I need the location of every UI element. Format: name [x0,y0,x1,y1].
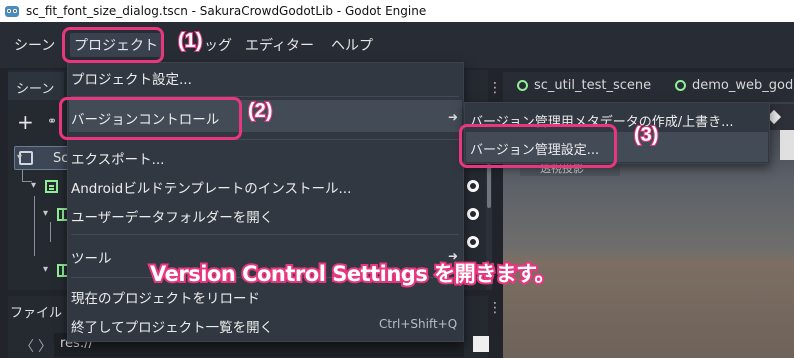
menu-scene[interactable]: シーン [14,35,55,55]
annotation-step3-label: (3) [633,123,659,147]
tab-filesystem[interactable]: ファイル [10,302,62,321]
menu-item-open-user-data[interactable]: ユーザーデータフォルダーを開く [71,206,273,226]
menu-help[interactable]: ヘルプ [331,35,373,55]
menu-item-project-settings[interactable]: プロジェクト設定... [71,68,192,88]
scene-tabs: sc_util_test_scene demo_web_god [503,72,794,102]
menu-separator [71,234,459,235]
annotation-box-step3 [459,124,617,168]
tree-arrow-icon[interactable]: ▾ [31,180,36,191]
toggle-view-button[interactable] [473,336,489,352]
tree-arrow-icon[interactable]: ▾ [43,208,48,219]
viewport-gizmo [780,130,794,160]
scene-scrollbar-thumb[interactable] [487,164,491,208]
forward-button[interactable]: 〉 [38,336,52,356]
menu-item-install-android-template[interactable]: Androidビルドテンプレートのインストール... [71,177,351,197]
tab-scene[interactable]: シーン [8,72,64,100]
shortcut-label: Ctrl+Shift+Q [379,317,458,331]
tree-connector [50,222,51,242]
tab-label: sc_util_test_scene [534,78,652,93]
back-button[interactable]: 〈 [20,336,34,356]
tab-label: demo_web_god [692,78,794,93]
tree-connector [34,196,35,256]
tab-scene-file[interactable]: sc_util_test_scene [517,78,651,93]
godot-logo-icon [5,6,19,17]
eye-icon[interactable] [467,236,479,248]
tree-arrow-icon[interactable]: ▾ [17,152,22,163]
annotation-step2-label: (2) [247,99,273,123]
menu-item-export[interactable]: エクスポート... [71,148,164,168]
scene-tab-icon [675,80,686,91]
menu-item-reload-project[interactable]: 現在のプロジェクトをリロード [71,287,260,307]
annotation-caption: Version Control Settings を開きます。 [148,260,558,288]
menu-item-quit-to-project-list[interactable]: 終了してプロジェクト一覧を開く Ctrl+Shift+Q [71,316,461,336]
eye-icon[interactable] [467,208,479,220]
tree-arrow-icon[interactable]: ▾ [43,264,48,275]
drag-handle-icon[interactable]: ⋮ [488,80,502,96]
annotation-box-step2 [59,97,242,140]
annotation-box-step1 [62,27,164,63]
eye-icon[interactable] [467,180,479,192]
container-node-icon [45,180,58,193]
add-node-button[interactable]: + [17,110,34,134]
menu-item-label: 終了してプロジェクト一覧を開く [71,320,274,336]
menu-item-tools[interactable]: ツール [71,247,112,267]
window-titlebar: sc_fit_font_size_dialog.tscn - SakuraCro… [0,0,794,22]
scene-root-node[interactable]: Sc [14,146,70,170]
scene-tab-icon [517,80,528,91]
submenu-arrow-icon: ➜ [448,110,459,124]
menu-editor[interactable]: エディター [245,35,314,55]
annotation-step1-label: (1) [177,29,203,53]
drag-handle-icon[interactable]: ⋮ [488,300,502,316]
menu-debug[interactable]: ッグ [204,35,232,55]
window-title: sc_fit_font_size_dialog.tscn - SakuraCro… [26,4,427,18]
link-icon[interactable]: ⚭ [47,114,57,128]
tab-scene-file[interactable]: demo_web_god [675,78,793,93]
